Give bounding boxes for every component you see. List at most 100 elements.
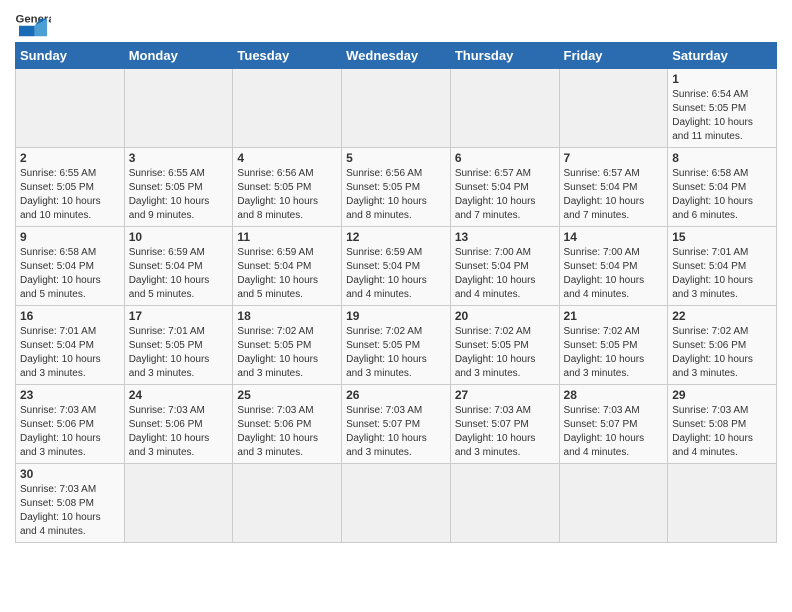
calendar-cell: 21 Sunrise: 7:02 AM Sunset: 5:05 PM Dayli… xyxy=(559,306,668,385)
day-number: 19 xyxy=(346,309,446,323)
day-number: 3 xyxy=(129,151,229,165)
calendar-cell: 3 Sunrise: 6:55 AM Sunset: 5:05 PM Daylig… xyxy=(124,148,233,227)
day-info: Sunrise: 7:03 AM Sunset: 5:06 PM Dayligh… xyxy=(129,404,229,460)
day-info: Sunrise: 7:02 AM Sunset: 5:05 PM Dayligh… xyxy=(346,325,446,381)
calendar-cell: 10 Sunrise: 6:59 AM Sunset: 5:04 PM Dayli… xyxy=(124,227,233,306)
calendar-cell: 2 Sunrise: 6:55 AM Sunset: 5:05 PM Daylig… xyxy=(16,148,125,227)
day-number: 16 xyxy=(20,309,120,323)
day-info: Sunrise: 7:03 AM Sunset: 5:07 PM Dayligh… xyxy=(455,404,555,460)
day-number: 10 xyxy=(129,230,229,244)
day-info: Sunrise: 6:56 AM Sunset: 5:05 PM Dayligh… xyxy=(237,167,337,223)
day-info: Sunrise: 6:55 AM Sunset: 5:05 PM Dayligh… xyxy=(129,167,229,223)
day-number: 5 xyxy=(346,151,446,165)
calendar-cell xyxy=(124,464,233,543)
day-info: Sunrise: 7:01 AM Sunset: 5:04 PM Dayligh… xyxy=(20,325,120,381)
calendar-cell: 17 Sunrise: 7:01 AM Sunset: 5:05 PM Dayli… xyxy=(124,306,233,385)
calendar-cell xyxy=(342,464,451,543)
calendar-cell: 23 Sunrise: 7:03 AM Sunset: 5:06 PM Dayli… xyxy=(16,385,125,464)
week-row-3: 16 Sunrise: 7:01 AM Sunset: 5:04 PM Dayli… xyxy=(16,306,777,385)
day-info: Sunrise: 7:00 AM Sunset: 5:04 PM Dayligh… xyxy=(455,246,555,302)
calendar-cell: 20Sunrise: 7:02 AM Sunset: 5:05 PM Dayli… xyxy=(450,306,559,385)
day-info: Sunrise: 6:58 AM Sunset: 5:04 PM Dayligh… xyxy=(672,167,772,223)
day-number: 18 xyxy=(237,309,337,323)
day-number: 6 xyxy=(455,151,555,165)
calendar-body: 1Sunrise: 6:54 AM Sunset: 5:05 PM Daylig… xyxy=(16,69,777,543)
calendar-cell: 30 Sunrise: 7:03 AM Sunset: 5:08 PM Dayli… xyxy=(16,464,125,543)
day-number: 17 xyxy=(129,309,229,323)
calendar-cell xyxy=(233,69,342,148)
day-info: Sunrise: 6:57 AM Sunset: 5:04 PM Dayligh… xyxy=(564,167,664,223)
week-row-1: 2 Sunrise: 6:55 AM Sunset: 5:05 PM Daylig… xyxy=(16,148,777,227)
day-info: Sunrise: 7:03 AM Sunset: 5:08 PM Dayligh… xyxy=(20,483,120,539)
calendar-cell xyxy=(668,464,777,543)
day-number: 8 xyxy=(672,151,772,165)
day-info: Sunrise: 7:02 AM Sunset: 5:06 PM Dayligh… xyxy=(672,325,772,381)
calendar-cell xyxy=(450,69,559,148)
logo: General xyxy=(15,10,55,38)
day-info: Sunrise: 7:03 AM Sunset: 5:08 PM Dayligh… xyxy=(672,404,772,460)
day-info: Sunrise: 7:02 AM Sunset: 5:05 PM Dayligh… xyxy=(237,325,337,381)
calendar-cell: 7Sunrise: 6:57 AM Sunset: 5:04 PM Daylig… xyxy=(559,148,668,227)
calendar-cell: 1Sunrise: 6:54 AM Sunset: 5:05 PM Daylig… xyxy=(668,69,777,148)
calendar-cell: 29 Sunrise: 7:03 AM Sunset: 5:08 PM Dayli… xyxy=(668,385,777,464)
calendar-cell: 19 Sunrise: 7:02 AM Sunset: 5:05 PM Dayli… xyxy=(342,306,451,385)
calendar-cell: 9Sunrise: 6:58 AM Sunset: 5:04 PM Daylig… xyxy=(16,227,125,306)
day-info: Sunrise: 7:02 AM Sunset: 5:05 PM Dayligh… xyxy=(564,325,664,381)
day-info: Sunrise: 7:00 AM Sunset: 5:04 PM Dayligh… xyxy=(564,246,664,302)
calendar-cell: 11 Sunrise: 6:59 AM Sunset: 5:04 PM Dayli… xyxy=(233,227,342,306)
day-of-week-header: SundayMondayTuesdayWednesdayThursdayFrid… xyxy=(16,43,777,69)
day-number: 4 xyxy=(237,151,337,165)
day-number: 14 xyxy=(564,230,664,244)
day-header-monday: Monday xyxy=(124,43,233,69)
day-info: Sunrise: 6:56 AM Sunset: 5:05 PM Dayligh… xyxy=(346,167,446,223)
day-header-friday: Friday xyxy=(559,43,668,69)
day-info: Sunrise: 7:03 AM Sunset: 5:06 PM Dayligh… xyxy=(237,404,337,460)
day-number: 23 xyxy=(20,388,120,402)
calendar-cell: 14 Sunrise: 7:00 AM Sunset: 5:04 PM Dayli… xyxy=(559,227,668,306)
calendar-cell: 5 Sunrise: 6:56 AM Sunset: 5:05 PM Daylig… xyxy=(342,148,451,227)
day-number: 22 xyxy=(672,309,772,323)
calendar-cell: 16 Sunrise: 7:01 AM Sunset: 5:04 PM Dayli… xyxy=(16,306,125,385)
calendar-cell xyxy=(124,69,233,148)
calendar-table: SundayMondayTuesdayWednesdayThursdayFrid… xyxy=(15,42,777,543)
calendar-cell: 24Sunrise: 7:03 AM Sunset: 5:06 PM Dayli… xyxy=(124,385,233,464)
calendar-cell: 8 Sunrise: 6:58 AM Sunset: 5:04 PM Daylig… xyxy=(668,148,777,227)
day-info: Sunrise: 6:59 AM Sunset: 5:04 PM Dayligh… xyxy=(346,246,446,302)
day-info: Sunrise: 6:55 AM Sunset: 5:05 PM Dayligh… xyxy=(20,167,120,223)
calendar-cell: 25Sunrise: 7:03 AM Sunset: 5:06 PM Dayli… xyxy=(233,385,342,464)
week-row-0: 1Sunrise: 6:54 AM Sunset: 5:05 PM Daylig… xyxy=(16,69,777,148)
day-number: 11 xyxy=(237,230,337,244)
calendar-cell xyxy=(559,69,668,148)
calendar-cell: 26Sunrise: 7:03 AM Sunset: 5:07 PM Dayli… xyxy=(342,385,451,464)
calendar-cell: 12 Sunrise: 6:59 AM Sunset: 5:04 PM Dayli… xyxy=(342,227,451,306)
calendar-cell: 22 Sunrise: 7:02 AM Sunset: 5:06 PM Dayli… xyxy=(668,306,777,385)
day-info: Sunrise: 7:02 AM Sunset: 5:05 PM Dayligh… xyxy=(455,325,555,381)
day-info: Sunrise: 7:03 AM Sunset: 5:06 PM Dayligh… xyxy=(20,404,120,460)
day-number: 21 xyxy=(564,309,664,323)
day-number: 15 xyxy=(672,230,772,244)
general-blue-logo-icon: General xyxy=(15,10,51,38)
calendar-cell xyxy=(16,69,125,148)
day-number: 12 xyxy=(346,230,446,244)
calendar-cell: 15 Sunrise: 7:01 AM Sunset: 5:04 PM Dayli… xyxy=(668,227,777,306)
calendar-cell: 28Sunrise: 7:03 AM Sunset: 5:07 PM Dayli… xyxy=(559,385,668,464)
page-header: General xyxy=(15,10,777,38)
day-info: Sunrise: 7:01 AM Sunset: 5:05 PM Dayligh… xyxy=(129,325,229,381)
day-header-thursday: Thursday xyxy=(450,43,559,69)
day-number: 30 xyxy=(20,467,120,481)
day-header-saturday: Saturday xyxy=(668,43,777,69)
day-info: Sunrise: 7:03 AM Sunset: 5:07 PM Dayligh… xyxy=(564,404,664,460)
day-info: Sunrise: 7:01 AM Sunset: 5:04 PM Dayligh… xyxy=(672,246,772,302)
calendar-cell: 27Sunrise: 7:03 AM Sunset: 5:07 PM Dayli… xyxy=(450,385,559,464)
day-number: 29 xyxy=(672,388,772,402)
day-info: Sunrise: 6:59 AM Sunset: 5:04 PM Dayligh… xyxy=(129,246,229,302)
week-row-2: 9Sunrise: 6:58 AM Sunset: 5:04 PM Daylig… xyxy=(16,227,777,306)
day-header-wednesday: Wednesday xyxy=(342,43,451,69)
day-number: 1 xyxy=(672,72,772,86)
day-header-tuesday: Tuesday xyxy=(233,43,342,69)
day-number: 2 xyxy=(20,151,120,165)
day-number: 13 xyxy=(455,230,555,244)
day-info: Sunrise: 6:59 AM Sunset: 5:04 PM Dayligh… xyxy=(237,246,337,302)
calendar-cell: 13 Sunrise: 7:00 AM Sunset: 5:04 PM Dayli… xyxy=(450,227,559,306)
calendar-cell: 18 Sunrise: 7:02 AM Sunset: 5:05 PM Dayli… xyxy=(233,306,342,385)
